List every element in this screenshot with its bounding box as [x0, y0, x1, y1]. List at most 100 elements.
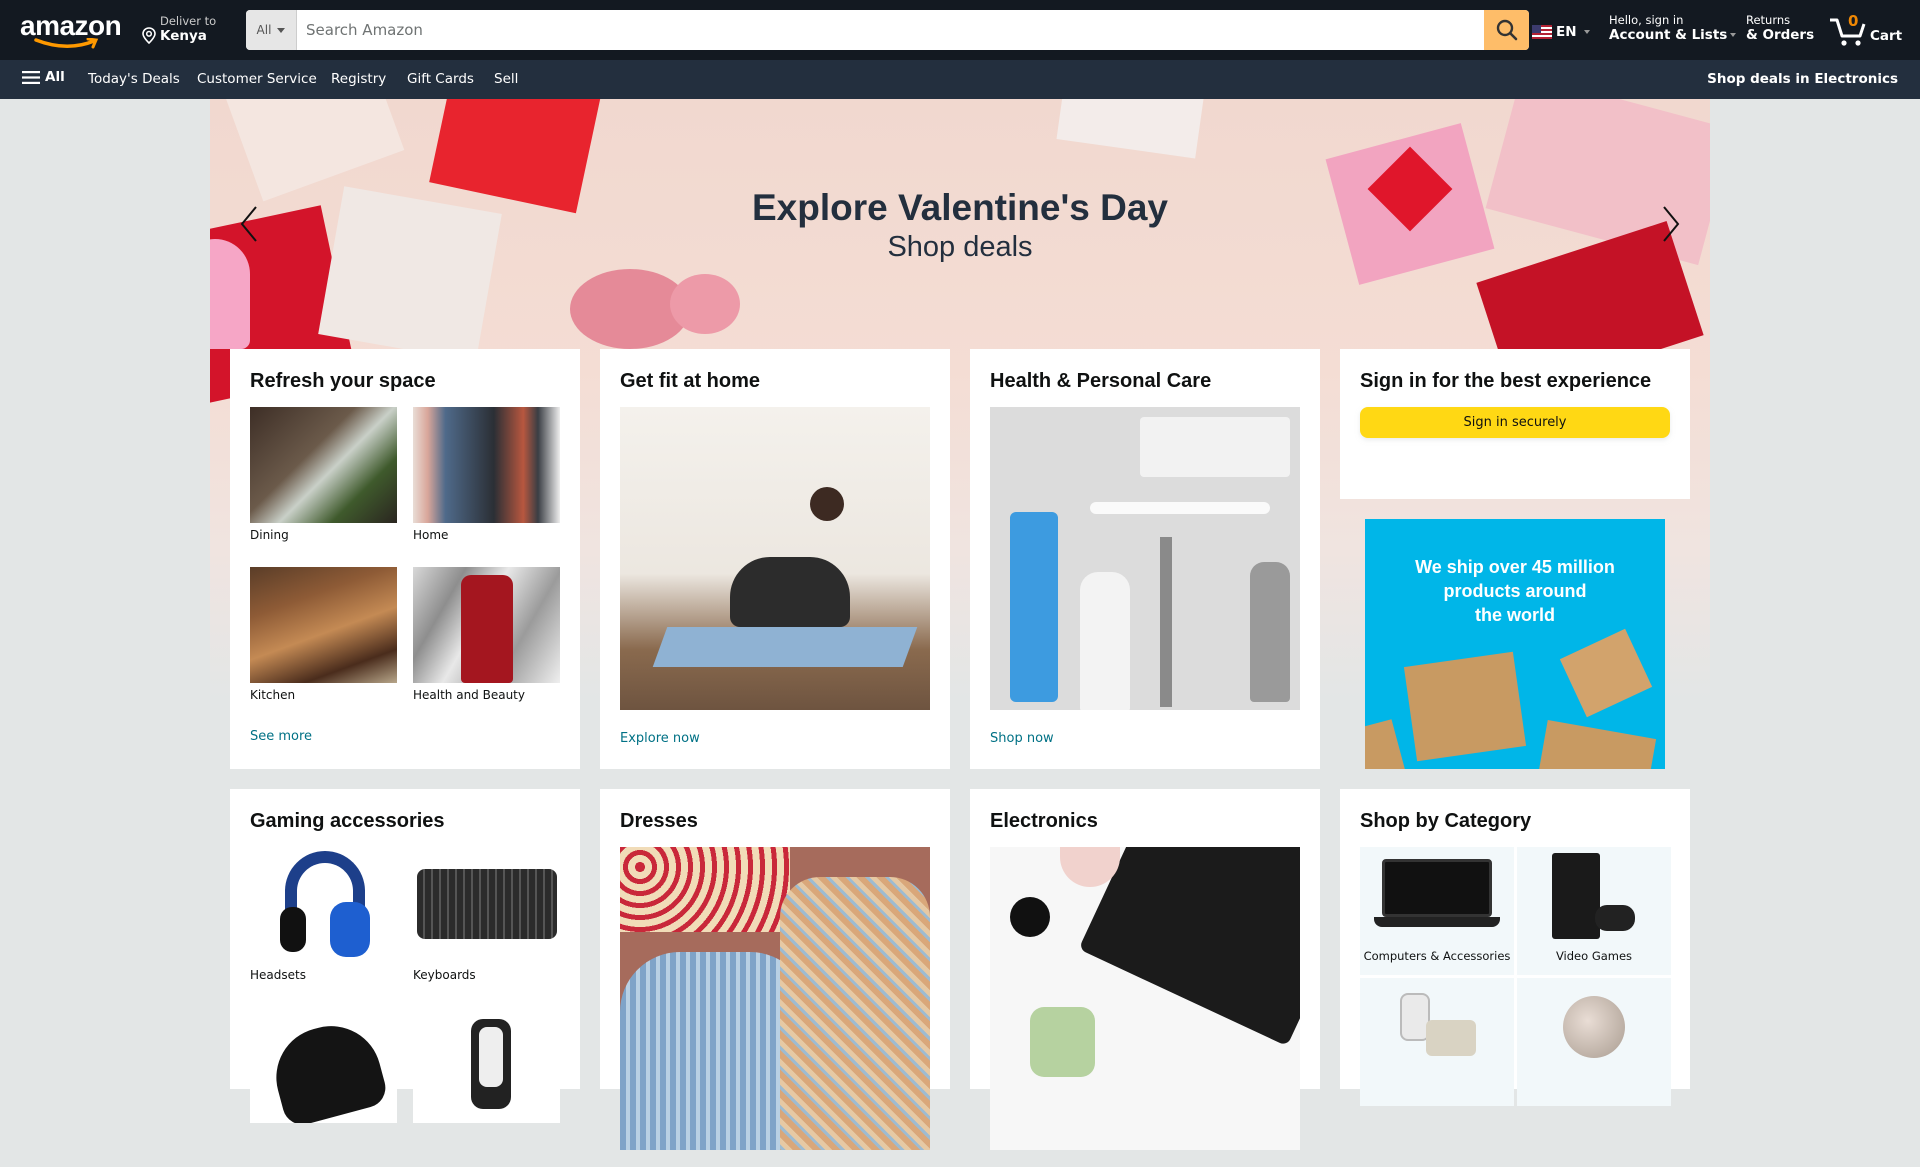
- chevron-right-icon: [1663, 206, 1680, 242]
- chevron-left-icon: [240, 206, 257, 242]
- hamburger-menu-icon: [22, 70, 40, 84]
- us-flag-icon: [1532, 25, 1552, 39]
- package-image: [1365, 719, 1407, 769]
- category-caption: Video Games: [1555, 949, 1633, 963]
- quad-item-chairs[interactable]: [413, 1007, 560, 1167]
- ad-line: products around: [1443, 581, 1587, 601]
- all-menu-button[interactable]: All: [22, 69, 65, 85]
- sign-in-securely-button[interactable]: Sign in securely: [1360, 407, 1670, 438]
- carousel-prev-button[interactable]: [230, 199, 270, 249]
- quad-item-keyboards[interactable]: Keyboards: [413, 847, 560, 1007]
- returns-orders-link[interactable]: Returns & Orders: [1746, 14, 1814, 44]
- chevron-down-icon: [1583, 30, 1590, 34]
- search-category-label: All: [256, 23, 272, 37]
- fitness-image[interactable]: [620, 407, 930, 710]
- search-category-dropdown[interactable]: All: [246, 10, 297, 50]
- quad-item-mice[interactable]: [250, 1007, 397, 1167]
- category-video-games[interactable]: Video Games: [1517, 847, 1671, 975]
- deliver-location: Kenya: [160, 28, 207, 44]
- top-header: amazon Deliver to Kenya All EN: [0, 0, 1920, 60]
- card-electronics: Electronics: [970, 789, 1320, 1150]
- laptop-image: [1382, 859, 1492, 917]
- nav-registry[interactable]: Registry: [331, 71, 386, 87]
- shop-now-link[interactable]: Shop now: [990, 731, 1300, 746]
- home-image: [413, 407, 560, 523]
- language-label: EN: [1556, 24, 1577, 40]
- category-caption: Computers & Accessories: [1363, 949, 1511, 963]
- returns-label: Returns: [1746, 13, 1791, 27]
- card-sign-in: Sign in for the best experience Sign in …: [1340, 349, 1690, 499]
- shipping-ad-banner[interactable]: We ship over 45 million products around …: [1365, 519, 1665, 769]
- dresses-image[interactable]: [620, 847, 930, 1150]
- nav-bar: All Today's Deals Customer Service Regis…: [0, 60, 1920, 99]
- roses-image: [670, 274, 740, 334]
- see-more-link[interactable]: See more: [250, 729, 560, 744]
- card-title: Dresses: [620, 810, 698, 832]
- nav-customer-service[interactable]: Customer Service: [197, 71, 317, 87]
- dining-image: [250, 407, 397, 523]
- card-gaming-accessories: Gaming accessories Headsets Keyboards: [230, 789, 580, 1123]
- cart-label: Cart: [1870, 28, 1903, 44]
- search-bar: All: [246, 10, 1529, 50]
- card-title: Health & Personal Care: [990, 370, 1212, 392]
- card-shop-by-category: Shop by Category Computers & Accessories…: [1340, 789, 1690, 1106]
- ad-line: the world: [1475, 605, 1555, 625]
- item-caption: Home: [413, 528, 449, 542]
- card-title: Refresh your space: [250, 370, 436, 392]
- quad-item-health-beauty[interactable]: Health and Beauty: [413, 567, 560, 727]
- health-care-image[interactable]: [990, 407, 1300, 710]
- nav-gift-cards[interactable]: Gift Cards: [407, 71, 474, 87]
- card-title: Sign in for the best experience: [1360, 370, 1652, 392]
- category-toys[interactable]: [1517, 978, 1671, 1106]
- search-input[interactable]: [297, 10, 1479, 50]
- chair-image: [413, 1007, 560, 1123]
- explore-now-link[interactable]: Explore now: [620, 731, 930, 746]
- keyboard-image: [413, 847, 560, 963]
- smile-arrow-icon: [34, 38, 99, 49]
- all-label: All: [45, 69, 65, 85]
- nav-todays-deals[interactable]: Today's Deals: [88, 71, 180, 87]
- account-label: Account & Lists: [1609, 27, 1728, 43]
- card-title: Gaming accessories: [250, 810, 445, 832]
- console-image: [1552, 853, 1600, 939]
- cart-button[interactable]: 0 Cart: [1828, 12, 1908, 48]
- package-image: [1403, 651, 1527, 762]
- nav-sell[interactable]: Sell: [494, 71, 518, 87]
- ad-text: We ship over 45 million products around …: [1365, 555, 1665, 627]
- language-selector[interactable]: EN: [1532, 24, 1590, 40]
- account-lists-menu[interactable]: Hello, sign in Account & Lists: [1609, 13, 1737, 44]
- card-dresses: Dresses: [600, 789, 950, 1150]
- card-title: Electronics: [990, 810, 1098, 832]
- electronics-image[interactable]: [990, 847, 1300, 1150]
- amazon-logo[interactable]: amazon: [20, 12, 122, 50]
- card-title: Get fit at home: [620, 370, 761, 392]
- item-caption: Kitchen: [250, 688, 296, 702]
- quad-item-dining[interactable]: Dining: [250, 407, 397, 567]
- card-health-personal-care: Health & Personal Care Shop now: [970, 349, 1320, 769]
- mouse-image: [250, 1007, 397, 1123]
- gift-box-image: [225, 99, 405, 202]
- quad-item-home[interactable]: Home: [413, 407, 560, 567]
- quad-item-kitchen[interactable]: Kitchen: [250, 567, 397, 727]
- carousel-next-button[interactable]: [1650, 199, 1690, 249]
- hero-subtitle: Shop deals: [887, 231, 1033, 263]
- item-caption: Health and Beauty: [413, 688, 525, 702]
- headset-image: [250, 847, 397, 963]
- category-baby[interactable]: [1360, 978, 1514, 1106]
- orders-label: & Orders: [1746, 27, 1815, 43]
- deliver-label: Deliver to: [160, 14, 217, 28]
- account-greeting: Hello, sign in: [1609, 13, 1684, 27]
- item-caption: Keyboards: [413, 968, 476, 982]
- search-icon: [1496, 19, 1517, 41]
- location-pin-icon: [142, 27, 156, 44]
- nav-promo-electronics[interactable]: Shop deals in Electronics: [1707, 71, 1898, 87]
- cart-count: 0: [1848, 12, 1859, 30]
- category-computers-accessories[interactable]: Computers & Accessories: [1360, 847, 1514, 975]
- search-button[interactable]: [1484, 10, 1529, 50]
- card-title: Shop by Category: [1360, 810, 1532, 832]
- chevron-down-icon: [1730, 33, 1737, 37]
- logo-text: amazon: [20, 10, 122, 41]
- card-refresh-your-space: Refresh your space Dining Home Kitchen H…: [230, 349, 580, 769]
- quad-item-headsets[interactable]: Headsets: [250, 847, 397, 1007]
- kitchen-image: [250, 567, 397, 683]
